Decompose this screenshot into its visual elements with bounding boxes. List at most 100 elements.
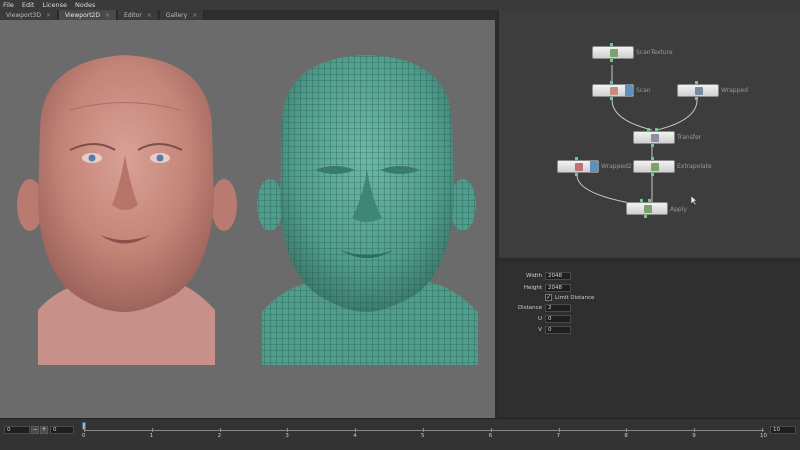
- timeline-tick: [762, 428, 763, 432]
- menu-file[interactable]: File: [3, 1, 14, 9]
- node-output-port[interactable]: [695, 97, 698, 100]
- timeline-tick-label: 4: [353, 433, 357, 439]
- limit-distance-label: Limit Distance: [555, 294, 595, 301]
- prop-label: V: [538, 326, 542, 333]
- tab-viewport2d[interactable]: Viewport2D ×: [59, 10, 118, 20]
- node-thumbnail-icon: [644, 205, 652, 213]
- tab-gallery[interactable]: Gallery ×: [159, 10, 205, 20]
- width-field[interactable]: 2048: [545, 271, 571, 280]
- node-output-port[interactable]: [651, 173, 654, 176]
- distance-field[interactable]: 2: [545, 303, 571, 312]
- tab-viewport3d[interactable]: Viewport3D ×: [0, 10, 59, 20]
- timeline-tick-label: 6: [488, 433, 493, 439]
- timeline-tick: [84, 428, 85, 432]
- node-input-port[interactable]: [651, 157, 654, 160]
- u-field[interactable]: 0: [545, 314, 571, 323]
- node-output-port[interactable]: [644, 215, 647, 218]
- timeline-tick-label: 2: [217, 433, 222, 439]
- node-input-port[interactable]: [647, 128, 650, 131]
- timeline-tick-label: 0: [82, 433, 86, 439]
- timeline-tick-label: 3: [285, 433, 289, 439]
- menu-nodes[interactable]: Nodes: [75, 1, 95, 9]
- mouse-cursor-icon: [691, 196, 698, 206]
- node-accent: [625, 85, 633, 96]
- node-label-scan: Scan: [636, 87, 651, 94]
- tab-label: Gallery: [165, 11, 188, 19]
- prop-height-row: Height 2048: [499, 283, 571, 292]
- node-label-extrapolate: Extrapolate: [677, 163, 712, 170]
- prop-limit-row: ✓ Limit Distance: [499, 293, 594, 302]
- timeline-start-field[interactable]: 0: [4, 426, 30, 434]
- timeline-tick: [694, 428, 696, 432]
- node-input-port[interactable]: [610, 43, 613, 46]
- close-icon[interactable]: ×: [147, 12, 152, 19]
- tab-label: Viewport2D: [65, 11, 100, 19]
- timeline-tick-label: 7: [556, 433, 561, 439]
- properties-panel: Width 2048 Height 2048 ✓ Limit Distance …: [499, 262, 800, 418]
- viewport-canvas: [17, 55, 478, 365]
- node-input-port[interactable]: [648, 199, 651, 202]
- prop-label: Width: [526, 272, 542, 279]
- menu-license[interactable]: License: [42, 1, 67, 9]
- prop-u-row: U 0: [499, 314, 571, 323]
- node-graph[interactable]: ScanTexture Scan Wrapped Transfer Wrappe…: [499, 10, 800, 260]
- node-input-port[interactable]: [695, 81, 698, 84]
- node-label-wrapped: Wrapped: [721, 87, 748, 94]
- timeline-end-field[interactable]: 10: [770, 426, 796, 434]
- tab-bar: Viewport3D × Viewport2D × Editor × Galle…: [0, 10, 497, 20]
- v-field[interactable]: 0: [545, 325, 571, 334]
- scan-head: [17, 55, 237, 365]
- timeline-plus-button[interactable]: +: [40, 426, 48, 434]
- prop-width-row: Width 2048: [499, 271, 571, 280]
- node-apply[interactable]: [626, 202, 668, 215]
- tab-label: Viewport3D: [6, 11, 41, 19]
- prop-v-row: V 0: [499, 325, 571, 334]
- node-extrapolate[interactable]: [633, 160, 675, 173]
- node-label-apply: Apply: [670, 206, 687, 213]
- close-icon[interactable]: ×: [105, 12, 110, 19]
- tab-editor[interactable]: Editor ×: [118, 10, 159, 20]
- node-scan[interactable]: [592, 84, 634, 97]
- tab-label: Editor: [124, 11, 142, 19]
- height-field[interactable]: 2048: [545, 283, 571, 292]
- prop-label: Height: [523, 284, 542, 291]
- node-accent: [590, 161, 598, 172]
- node-thumbnail-icon: [610, 87, 618, 95]
- node-thumbnail-icon: [651, 163, 659, 171]
- timeline-minus-button[interactable]: −: [31, 426, 39, 434]
- node-input-port[interactable]: [610, 81, 613, 84]
- node-wrapped2[interactable]: [557, 160, 599, 173]
- menu-bar: File Edit License Nodes: [0, 0, 800, 10]
- timeline-ruler[interactable]: [84, 430, 764, 431]
- timeline-tick: [490, 428, 492, 432]
- node-input-port[interactable]: [655, 128, 658, 131]
- viewport-2d[interactable]: [0, 20, 497, 418]
- timeline-tick-label: 8: [624, 433, 628, 439]
- node-label-wrapped2: Wrapped2: [601, 163, 632, 170]
- timeline-tick: [558, 428, 560, 432]
- prop-label: Distance: [517, 304, 542, 311]
- node-input-port[interactable]: [640, 199, 643, 202]
- node-scantexture[interactable]: [592, 46, 634, 59]
- node-input-port[interactable]: [575, 157, 578, 160]
- timeline-tick: [219, 428, 221, 432]
- timeline-current-field[interactable]: 0: [50, 426, 74, 434]
- node-thumbnail-icon: [610, 49, 618, 57]
- close-icon[interactable]: ×: [46, 12, 51, 19]
- close-icon[interactable]: ×: [192, 12, 197, 19]
- node-output-port[interactable]: [610, 97, 613, 100]
- timeline-tick: [287, 428, 289, 432]
- menu-edit[interactable]: Edit: [22, 1, 35, 9]
- limit-distance-checkbox[interactable]: ✓: [545, 294, 552, 301]
- node-wrapped[interactable]: [677, 84, 719, 97]
- node-output-port[interactable]: [610, 59, 613, 62]
- node-output-port[interactable]: [575, 173, 578, 176]
- node-output-port[interactable]: [651, 144, 654, 147]
- node-thumbnail-icon: [695, 87, 703, 95]
- node-transfer[interactable]: [633, 131, 675, 144]
- prop-distance-row: Distance 2: [499, 303, 571, 312]
- timeline-tick: [355, 428, 357, 432]
- timeline-tick-label: 1: [149, 433, 154, 439]
- prop-label: U: [537, 315, 542, 322]
- timeline-tick-label: 5: [421, 433, 425, 439]
